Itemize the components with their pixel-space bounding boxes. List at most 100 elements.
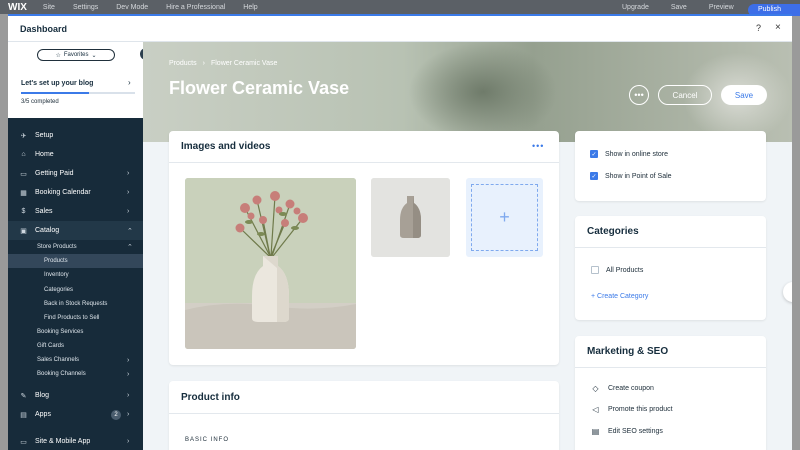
sidebar-item-home[interactable]: ⌂ Home xyxy=(8,145,143,164)
divider xyxy=(575,247,766,248)
editor-upgrade[interactable]: Upgrade xyxy=(622,4,649,11)
modal-header: Dashboard ? × xyxy=(8,16,792,42)
editor-menu-settings[interactable]: Settings xyxy=(73,4,98,11)
more-actions-button[interactable]: ••• xyxy=(629,85,649,105)
product-info-title: Product info xyxy=(181,392,240,403)
chevron-right-icon: › xyxy=(127,438,130,446)
add-media-button[interactable]: + xyxy=(466,178,543,257)
chevron-right-icon: › xyxy=(127,370,130,378)
sidebar-item-catalog[interactable]: ▣ Catalog ⌃ xyxy=(8,221,143,240)
category-all-products[interactable]: All Products xyxy=(591,266,643,274)
page-title: Flower Ceramic Vase xyxy=(169,78,350,98)
chevron-right-icon: › xyxy=(127,170,130,177)
sidebar-subitem-gift-cards[interactable]: Gift Cards xyxy=(8,339,143,353)
editor-top-bar: WIX Site Settings Dev Mode Hire a Profes… xyxy=(0,0,800,16)
sidebar-subitem-store-products[interactable]: Store Products ⌃ xyxy=(8,240,143,254)
product-info-card: Product info BASIC INFO xyxy=(169,381,559,450)
breadcrumb-current: Flower Ceramic Vase xyxy=(210,60,278,67)
sidebar-item-apps[interactable]: ▤ Apps 2 › xyxy=(8,405,143,424)
breadcrumb-products[interactable]: Products xyxy=(169,60,197,67)
scroll-right-button[interactable]: › xyxy=(783,282,792,302)
close-icon[interactable]: × xyxy=(775,22,781,33)
sidebar-item-label: Catalog xyxy=(35,227,60,234)
editor-menu-hire[interactable]: Hire a Professional xyxy=(166,4,225,11)
wix-logo: WIX xyxy=(8,1,27,13)
show-pos-checkbox[interactable]: ✓ Show in Point of Sale xyxy=(590,172,672,180)
editor-preview[interactable]: Preview xyxy=(709,4,734,11)
hero-vase-blur xyxy=(408,42,558,142)
sidebar-item-label: Home xyxy=(35,151,54,158)
plus-icon: + xyxy=(471,184,538,251)
checkbox-checked-icon: ✓ xyxy=(590,172,598,180)
favorites-button[interactable]: ☆ Favorites ⌄ xyxy=(37,49,115,61)
editor-menu-dev-mode[interactable]: Dev Mode xyxy=(116,4,148,11)
divider xyxy=(575,367,766,368)
save-button[interactable]: Save xyxy=(721,85,767,105)
sidebar-subitem-back-in-stock[interactable]: Back in Stock Requests xyxy=(8,297,143,311)
sidebar-subitem-products[interactable]: Products xyxy=(8,254,143,269)
cancel-button[interactable]: Cancel xyxy=(658,85,712,105)
setup-progress-fill xyxy=(21,92,90,94)
marketing-item-label: Edit SEO settings xyxy=(608,428,663,435)
media-card-title: Images and videos xyxy=(181,141,271,152)
setup-progress-bar xyxy=(21,92,135,94)
catalog-icon: ▣ xyxy=(20,227,27,235)
sidebar-subitem-label: Sales Channels xyxy=(37,357,80,364)
sidebar-item-getting-paid[interactable]: ▭ Getting Paid › xyxy=(8,164,143,183)
breadcrumb-separator-icon: › xyxy=(202,60,205,67)
monitor-icon: ▭ xyxy=(20,438,27,446)
home-icon: ⌂ xyxy=(21,151,26,158)
dashboard-modal: Dashboard ? × ☆ Favorites ⌄ Let's set up… xyxy=(8,14,792,450)
edit-seo-link[interactable]: ▤ Edit SEO settings xyxy=(591,427,663,436)
sidebar-subitem-booking-channels[interactable]: Booking Channels › xyxy=(8,367,143,381)
checkbox-label: Show in Point of Sale xyxy=(605,172,672,180)
media-more-button[interactable]: ••• xyxy=(532,141,544,151)
marketing-seo-title: Marketing & SEO xyxy=(587,346,669,357)
sidebar-subitem-find-products[interactable]: Find Products to Sell xyxy=(8,311,143,325)
sidebar-item-label: Getting Paid xyxy=(35,170,74,177)
create-coupon-link[interactable]: ◇ Create coupon xyxy=(591,384,654,393)
sidebar-item-booking-calendar[interactable]: ▦ Booking Calendar › xyxy=(8,183,143,202)
show-online-store-checkbox[interactable]: ✓ Show in online store xyxy=(590,150,668,158)
category-label: All Products xyxy=(606,266,644,274)
promote-product-link[interactable]: ◁ Promote this product xyxy=(591,405,673,414)
marketing-item-label: Promote this product xyxy=(608,406,673,413)
create-category-link[interactable]: + Create Category xyxy=(591,293,648,300)
chevron-down-icon: ⌄ xyxy=(91,52,97,59)
chevron-right-icon: › xyxy=(127,411,130,419)
favorites-label: Favorites xyxy=(63,52,89,58)
card-icon: ▭ xyxy=(20,170,27,178)
sidebar-item-label: Site & Mobile App xyxy=(35,438,91,446)
rocket-icon: ✈ xyxy=(20,132,27,140)
checkbox-checked-icon: ✓ xyxy=(590,150,598,158)
sidebar-subitem-booking-services[interactable]: Booking Services xyxy=(8,325,143,339)
chevron-right-icon: › xyxy=(127,208,130,215)
checkbox-unchecked-icon xyxy=(591,266,599,274)
sidebar-item-blog[interactable]: ✎ Blog › xyxy=(8,386,143,405)
sidebar-item-setup[interactable]: ✈ Setup xyxy=(8,126,143,145)
vase-image xyxy=(371,178,450,257)
thumbnail-image[interactable] xyxy=(371,178,450,257)
apps-icon: ▤ xyxy=(20,411,27,419)
editor-menu-help[interactable]: Help xyxy=(243,4,257,11)
pen-icon: ✎ xyxy=(20,392,27,400)
sidebar-subitem-inventory[interactable]: Inventory xyxy=(8,268,143,282)
sidebar-subitem-sales-channels[interactable]: Sales Channels › xyxy=(8,353,143,367)
divider xyxy=(169,413,559,414)
sidebar-item-sales[interactable]: $ Sales › xyxy=(8,202,143,221)
editor-menu-site[interactable]: Site xyxy=(43,4,55,11)
checkbox-label: Show in online store xyxy=(605,150,669,158)
setup-title[interactable]: Let's set up your blog xyxy=(21,80,93,87)
divider xyxy=(169,162,559,163)
sidebar-item-label: Sales xyxy=(35,208,53,215)
sidebar-subitem-categories[interactable]: Categories xyxy=(8,283,143,297)
apps-count-badge: 2 xyxy=(111,409,121,420)
setup-progress-text: 3/5 completed xyxy=(21,99,59,105)
help-icon[interactable]: ? xyxy=(756,23,761,33)
editor-save[interactable]: Save xyxy=(671,4,687,11)
chevron-right-icon: › xyxy=(127,356,130,364)
sidebar-item-site-mobile-app[interactable]: ▭ Site & Mobile App › xyxy=(8,432,143,450)
main-product-image[interactable] xyxy=(185,178,356,349)
sidebar-item-label: Setup xyxy=(35,132,54,139)
chevron-right-icon[interactable]: › xyxy=(128,78,131,87)
